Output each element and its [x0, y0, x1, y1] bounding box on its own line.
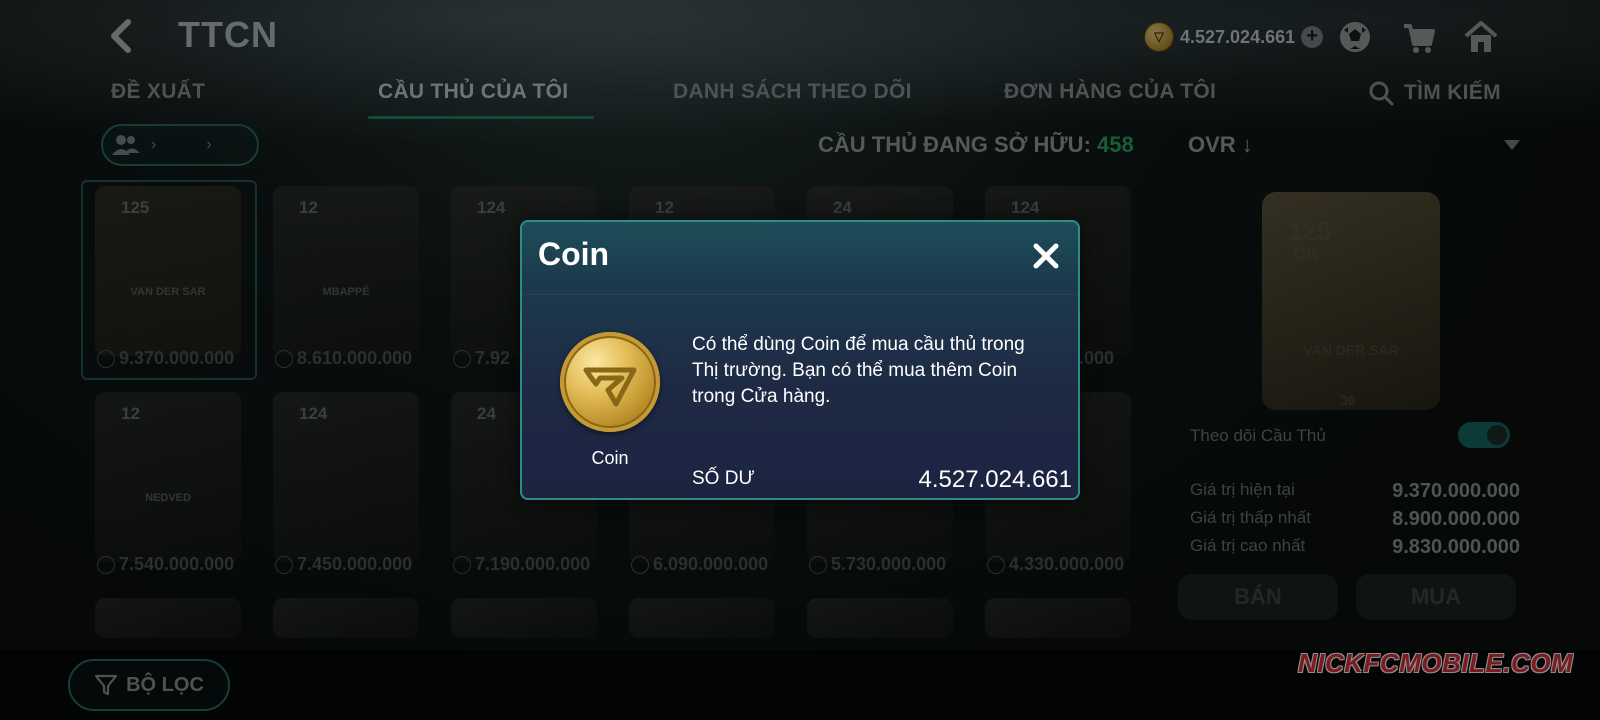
app-root: TTCN ▽ 4.527.024.661 + ĐỀ XUẤT CẦU THỦ C…: [0, 0, 1600, 720]
coin-info-dialog: Coin Coin Có thể dùng Coin để mua cầu th…: [520, 220, 1080, 500]
close-icon[interactable]: [1032, 242, 1060, 270]
coin-icon: [560, 332, 660, 432]
balance-value: 4.527.024.661: [918, 466, 1072, 493]
coin-caption: Coin: [591, 448, 629, 468]
dialog-divider: [522, 294, 1078, 295]
balance-label: SỐ DƯ: [692, 468, 755, 489]
dialog-title: Coin: [538, 236, 610, 272]
dialog-description: Có thể dùng Coin để mua cầu thủ trong Th…: [692, 334, 1025, 407]
